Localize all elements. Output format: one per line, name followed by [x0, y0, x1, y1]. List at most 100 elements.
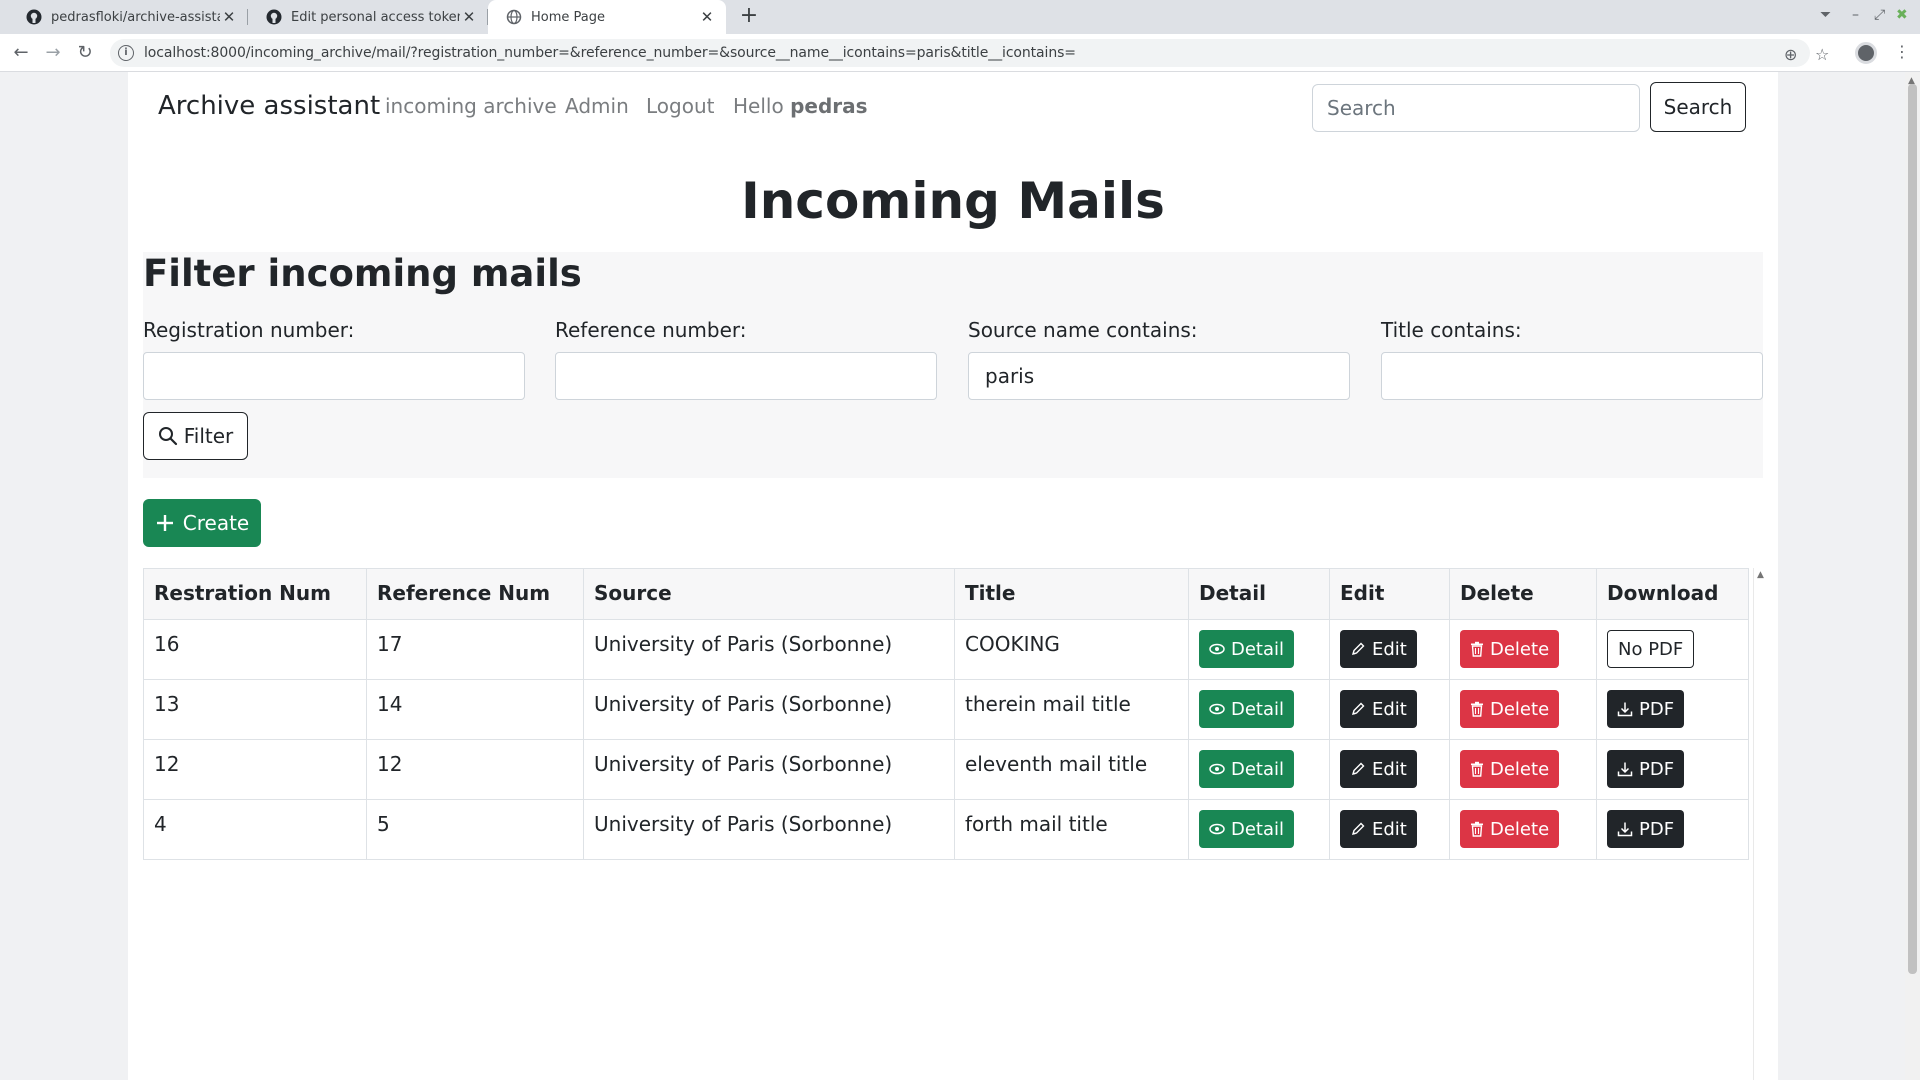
username: pedras — [790, 94, 868, 118]
delete-button[interactable]: Delete — [1460, 750, 1560, 788]
bookmark-star-icon[interactable]: ☆ — [1815, 45, 1829, 64]
delete-cell: Delete — [1449, 739, 1597, 800]
delete-label: Delete — [1490, 698, 1550, 720]
search-button[interactable]: Search — [1650, 82, 1746, 132]
mails-table-container: Restration Num Reference Num Source Titl… — [143, 568, 1768, 1080]
page-viewport: Archive assistant incoming archive Admin… — [0, 72, 1920, 1080]
mails-table: Restration Num Reference Num Source Titl… — [143, 568, 1749, 860]
back-icon[interactable]: ← — [10, 42, 32, 64]
browser-tab[interactable]: Edit personal access token ✕ — [248, 0, 488, 34]
tab-search-icon[interactable]: ⏷ — [1820, 7, 1831, 23]
filter-button[interactable]: Filter — [143, 412, 248, 460]
nav-link-incoming-archive[interactable]: incoming archive — [385, 94, 557, 118]
site-navbar: Archive assistant incoming archive Admin… — [128, 72, 1778, 144]
delete-button[interactable]: Delete — [1460, 690, 1560, 728]
browser-menu-icon[interactable]: ⋮ — [1894, 42, 1910, 61]
close-window-icon[interactable]: ✖ — [1896, 7, 1908, 23]
trash-icon — [1471, 821, 1483, 837]
table-row: 4 5 University of Paris (Sorbonne) forth ma… — [143, 799, 1749, 860]
maximize-icon[interactable]: ⤢ — [1874, 7, 1885, 23]
edit-button[interactable]: Edit — [1340, 630, 1417, 668]
registration-number-field: Registration number: — [143, 318, 525, 400]
trash-icon — [1471, 641, 1483, 657]
close-icon[interactable]: ✕ — [698, 8, 716, 26]
source-cell: University of Paris (Sorbonne) — [583, 739, 955, 800]
detail-button[interactable]: Detail — [1199, 750, 1295, 788]
delete-label: Delete — [1490, 818, 1550, 840]
search-icon — [158, 427, 177, 446]
table-row: 13 14 University of Paris (Sorbonne) therei… — [143, 679, 1749, 740]
source-name-input[interactable] — [968, 352, 1350, 400]
download-label: PDF — [1639, 698, 1675, 720]
registration-number-cell: 16 — [143, 619, 367, 680]
edit-button[interactable]: Edit — [1340, 810, 1417, 848]
tab-title: Edit personal access token — [291, 9, 460, 25]
zoom-icon[interactable]: ⊕ — [1784, 45, 1797, 64]
browser-tab[interactable]: pedrasfloki/archive-assistant: c ✕ — [8, 0, 248, 34]
github-icon — [26, 9, 42, 25]
url-text: localhost:8000/incoming_archive/mail/?re… — [144, 45, 1076, 61]
title-cell: forth mail title — [954, 799, 1189, 860]
delete-cell: Delete — [1449, 799, 1597, 860]
reference-number-cell: 17 — [366, 619, 584, 680]
close-icon[interactable]: ✕ — [220, 8, 238, 26]
detail-button[interactable]: Detail — [1199, 810, 1295, 848]
column-header-detail: Detail — [1188, 568, 1330, 620]
detail-label: Detail — [1231, 758, 1285, 780]
column-header-reference: Reference Num — [366, 568, 584, 620]
tab-title: Home Page — [531, 9, 605, 25]
scroll-up-icon[interactable]: ▲ — [1757, 570, 1764, 580]
edit-cell: Edit — [1329, 679, 1450, 740]
reference-number-input[interactable] — [555, 352, 937, 400]
reference-number-cell: 12 — [366, 739, 584, 800]
page-scrollbar[interactable]: ▲ — [1905, 72, 1920, 1080]
no-pdf-button[interactable]: No PDF — [1607, 630, 1695, 668]
search-input[interactable] — [1312, 84, 1640, 132]
edit-label: Edit — [1372, 818, 1407, 840]
download-pdf-button[interactable]: PDF — [1607, 750, 1685, 788]
close-icon[interactable]: ✕ — [460, 8, 478, 26]
table-scrollbar[interactable]: ▲ — [1753, 568, 1768, 1080]
source-name-field: Source name contains: — [968, 318, 1350, 400]
edit-button[interactable]: Edit — [1340, 690, 1417, 728]
reload-icon[interactable]: ↻ — [74, 42, 96, 64]
column-header-download: Download — [1596, 568, 1749, 620]
new-tab-button[interactable]: + — [736, 4, 762, 30]
source-cell: University of Paris (Sorbonne) — [583, 619, 955, 680]
browser-tab-bar: pedrasfloki/archive-assistant: c ✕ Edit … — [0, 0, 1920, 34]
address-bar[interactable]: i localhost:8000/incoming_archive/mail/?… — [110, 39, 1810, 67]
detail-button[interactable]: Detail — [1199, 690, 1295, 728]
create-button[interactable]: Create — [143, 499, 261, 547]
delete-button[interactable]: Delete — [1460, 630, 1560, 668]
minimize-icon[interactable]: – — [1852, 7, 1859, 23]
download-label: PDF — [1639, 758, 1675, 780]
eye-icon — [1209, 703, 1225, 715]
pencil-icon — [1351, 822, 1365, 836]
download-cell: PDF — [1596, 799, 1749, 860]
detail-cell: Detail — [1188, 739, 1330, 800]
detail-label: Detail — [1231, 818, 1285, 840]
download-pdf-button[interactable]: PDF — [1607, 690, 1685, 728]
plus-icon — [156, 515, 173, 531]
delete-button[interactable]: Delete — [1460, 810, 1560, 848]
source-cell: University of Paris (Sorbonne) — [583, 679, 955, 740]
registration-number-input[interactable] — [143, 352, 525, 400]
forward-icon[interactable]: → — [42, 42, 64, 64]
site-info-icon[interactable]: i — [118, 45, 134, 61]
download-pdf-button[interactable]: PDF — [1607, 810, 1685, 848]
title-contains-input[interactable] — [1381, 352, 1763, 400]
detail-button[interactable]: Detail — [1199, 630, 1295, 668]
scrollbar-thumb[interactable] — [1908, 84, 1917, 974]
edit-button[interactable]: Edit — [1340, 750, 1417, 788]
browser-tab-active[interactable]: Home Page ✕ — [488, 0, 726, 34]
edit-label: Edit — [1372, 698, 1407, 720]
column-header-source: Source — [583, 568, 955, 620]
profile-avatar[interactable] — [1855, 42, 1877, 64]
brand-link[interactable]: Archive assistant — [158, 91, 380, 121]
title-cell: eleventh mail title — [954, 739, 1189, 800]
nav-link-admin[interactable]: Admin — [565, 94, 629, 118]
eye-icon — [1209, 823, 1225, 835]
title-cell: COOKING — [954, 619, 1189, 680]
delete-cell: Delete — [1449, 679, 1597, 740]
nav-link-logout[interactable]: Logout — [646, 94, 714, 118]
